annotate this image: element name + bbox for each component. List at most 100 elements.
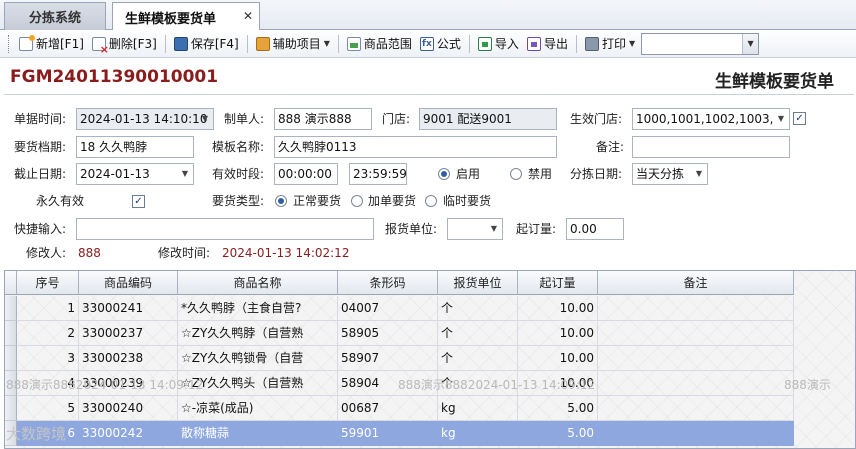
store-field[interactable]: 9001 配送9001	[419, 108, 557, 130]
chevron-down-icon[interactable]: ▼	[197, 109, 213, 129]
col-header-remark[interactable]: 备注	[598, 271, 794, 295]
cell-remark[interactable]	[598, 421, 794, 446]
col-header-min-qty[interactable]: 起订量	[518, 271, 598, 295]
tab-sorting-system[interactable]: 分拣系统	[4, 2, 106, 30]
cell-remark[interactable]	[598, 396, 794, 421]
table-row[interactable]: 5 33000240 ☆-凉菜(成品) 00687 kg 5.00	[5, 396, 855, 421]
request-temp-radio[interactable]	[425, 195, 437, 207]
col-header-unit[interactable]: 报货单位	[438, 271, 518, 295]
print-template-select[interactable]: ▼	[641, 32, 760, 55]
cell-barcode[interactable]: 59901	[338, 421, 438, 446]
table-row[interactable]: 2 33000237 ☆ZY久久鸭脖（自营熟 58905 个 10.00	[5, 321, 855, 346]
col-header-name[interactable]: 商品名称	[178, 271, 338, 295]
cell-barcode[interactable]: 00687	[338, 396, 438, 421]
cell-code[interactable]: 33000238	[79, 346, 178, 371]
close-icon[interactable]: ✕	[243, 9, 253, 23]
doc-time-field[interactable]: 2024-01-13 14:10:10 ▼	[76, 108, 214, 130]
chevron-down-icon[interactable]: ▼	[773, 109, 789, 129]
template-name-label: 模板名称:	[212, 140, 265, 154]
chevron-down-icon[interactable]: ▼	[486, 219, 502, 239]
template-name-field[interactable]: 久久鸭脖0113	[274, 136, 557, 158]
row-selector[interactable]	[5, 321, 17, 346]
request-normal-label: 正常要货	[293, 194, 342, 208]
cell-no[interactable]: 1	[17, 296, 79, 321]
cell-unit[interactable]: 个	[438, 321, 518, 346]
watermark-right: 888演示	[784, 378, 831, 392]
store-label: 门店:	[382, 112, 411, 126]
col-header-code[interactable]: 商品编码	[79, 271, 178, 295]
cell-qty[interactable]: 5.00	[518, 396, 598, 421]
print-button[interactable]: 打印 ▼	[581, 33, 639, 55]
cell-name[interactable]: *久久鸭脖（主食自营?	[178, 296, 338, 321]
col-header-no[interactable]: 序号	[17, 271, 79, 295]
effective-store-checkbox[interactable]: ✓	[793, 112, 806, 125]
cell-code[interactable]: 33000237	[79, 321, 178, 346]
col-header-barcode[interactable]: 条形码	[338, 271, 438, 295]
archive-field[interactable]: 18 久久鸭脖	[76, 136, 194, 158]
cell-qty[interactable]: 10.00	[518, 321, 598, 346]
cell-qty[interactable]: 10.00	[518, 296, 598, 321]
permanent-checkbox[interactable]: ✓	[132, 195, 145, 208]
cell-no[interactable]: 5	[17, 396, 79, 421]
cell-name[interactable]: ☆-凉菜(成品)	[178, 396, 338, 421]
end-date-picker[interactable]: 2024-01-13 ▼	[76, 163, 194, 185]
table-row[interactable]: 6 33000242 散称糖蒜 59901 kg 5.00	[5, 421, 855, 446]
cell-name[interactable]: 散称糖蒜	[178, 421, 338, 446]
row-selector[interactable]	[5, 396, 17, 421]
cell-unit[interactable]: kg	[438, 421, 518, 446]
cell-barcode[interactable]: 04007	[338, 296, 438, 321]
cell-qty[interactable]: 5.00	[518, 421, 598, 446]
cell-unit[interactable]: 个	[438, 296, 518, 321]
row-selector[interactable]	[5, 296, 17, 321]
min-qty-field[interactable]: 0.00	[566, 218, 624, 240]
formula-button[interactable]: fx 公式	[416, 33, 465, 55]
maker-field[interactable]: 888 演示888	[274, 108, 372, 130]
disable-radio[interactable]	[510, 168, 522, 180]
chevron-down-icon[interactable]: ▼	[691, 164, 707, 184]
valid-start-field[interactable]: 00:00:00	[274, 163, 338, 185]
request-normal-radio[interactable]	[275, 195, 287, 207]
cell-unit[interactable]: 个	[438, 346, 518, 371]
table-row[interactable]: 3 33000238 ☆ZY久久鸭锁骨（自营 58907 个 10.00	[5, 346, 855, 371]
cell-code[interactable]: 33000242	[79, 421, 178, 446]
new-button-label: 新增[F1]	[36, 37, 84, 51]
cell-remark[interactable]	[598, 321, 794, 346]
cell-qty[interactable]: 10.00	[518, 346, 598, 371]
chevron-down-icon[interactable]: ▼	[177, 164, 193, 184]
row-selector[interactable]	[5, 346, 17, 371]
remark-field[interactable]	[632, 136, 790, 158]
table-row[interactable]: 1 33000241 *久久鸭脖（主食自营? 04007 个 10.00	[5, 296, 855, 321]
request-add-radio[interactable]	[351, 195, 363, 207]
enable-radio[interactable]	[438, 168, 450, 180]
cell-code[interactable]: 33000240	[79, 396, 178, 421]
cell-no[interactable]: 3	[17, 346, 79, 371]
aux-items-button[interactable]: 辅助项目 ▼	[252, 33, 334, 55]
cell-barcode[interactable]: 58907	[338, 346, 438, 371]
import-button[interactable]: 导入	[474, 33, 523, 55]
cell-name[interactable]: ☆ZY久久鸭锁骨（自营	[178, 346, 338, 371]
quick-input-field[interactable]	[76, 218, 374, 240]
product-range-button[interactable]: 商品范围	[343, 33, 416, 55]
report-unit-select[interactable]: ▼	[447, 218, 503, 240]
delete-button[interactable]: 删除[F3]	[88, 33, 161, 56]
cell-name[interactable]: ☆ZY久久鸭脖（自营熟	[178, 321, 338, 346]
cell-remark[interactable]	[598, 371, 794, 396]
cell-remark[interactable]	[598, 346, 794, 371]
save-button[interactable]: 保存[F4]	[170, 33, 243, 55]
sort-date-select[interactable]: 当天分拣 ▼	[632, 163, 708, 185]
cell-code[interactable]: 33000241	[79, 296, 178, 321]
print-label: 打印	[601, 37, 626, 51]
cell-no[interactable]: 2	[17, 321, 79, 346]
disable-label: 禁用	[528, 167, 553, 181]
tab-fresh-template-order[interactable]: 生鲜模板要货单 ✕	[112, 2, 260, 31]
export-button[interactable]: 导出	[523, 33, 572, 55]
valid-end-field[interactable]: 23:59:59	[349, 163, 407, 185]
product-range-icon	[346, 36, 361, 51]
new-button[interactable]: 新增[F1]	[15, 33, 88, 55]
cell-barcode[interactable]: 58905	[338, 321, 438, 346]
effective-store-select[interactable]: 1000,1001,1002,1003,10 ▼	[632, 108, 790, 130]
cell-unit[interactable]: kg	[438, 396, 518, 421]
cell-remark[interactable]	[598, 296, 794, 321]
toolbar-separator	[575, 34, 577, 53]
chevron-down-icon[interactable]: ▼	[742, 33, 759, 54]
